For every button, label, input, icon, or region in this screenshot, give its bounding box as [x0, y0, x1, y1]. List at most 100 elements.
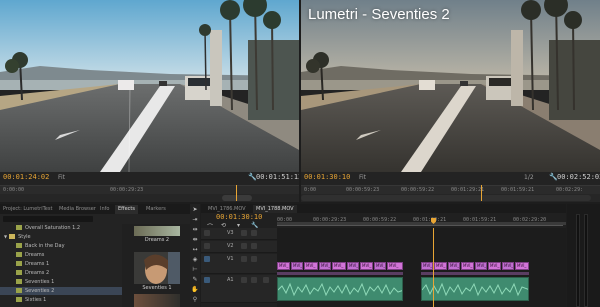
sync-lock-icon[interactable]	[241, 230, 247, 236]
video-clip[interactable]: MVI_	[461, 262, 474, 270]
source-video-frame[interactable]	[0, 0, 299, 172]
list-item[interactable]: Seventies 1	[0, 278, 122, 286]
pen-tool-icon[interactable]: ✎	[191, 276, 199, 284]
audio-clip[interactable]	[277, 277, 403, 301]
preview-thumbnail[interactable]	[134, 252, 180, 284]
list-item[interactable]: Overall Saturation 1.2	[0, 224, 122, 232]
program-resolution-select[interactable]: 1/2	[524, 174, 534, 181]
tab-sequence[interactable]: MVI_1786.MOV	[205, 205, 249, 213]
track-select-tool-icon[interactable]: ⇥	[191, 216, 199, 224]
source-scroll-thumb[interactable]	[222, 195, 252, 201]
audio-waveform	[422, 282, 528, 297]
source-current-timecode[interactable]: 00:01:24:02	[3, 173, 49, 181]
timeline-tracks[interactable]: MVI_ MVI_ MVI_ MVI_ MVI_ MVI_ MVI_ MVI_ …	[277, 228, 566, 307]
audio-clip[interactable]	[421, 277, 529, 301]
video-clip[interactable]: MVI_	[304, 262, 318, 270]
track-header-v1[interactable]: V1	[201, 254, 277, 274]
tab-project[interactable]: Project: LumetriTest	[0, 205, 55, 214]
sync-lock-icon[interactable]	[241, 243, 247, 249]
source-patch[interactable]	[204, 277, 210, 283]
tab-media-browser[interactable]: Media Browser	[56, 205, 99, 214]
voiceover-mic-icon[interactable]	[263, 277, 269, 283]
video-clip[interactable]: MVI_	[515, 262, 529, 270]
program-ruler-label: 00:02:29:	[556, 187, 584, 193]
lock-icon[interactable]	[204, 230, 210, 236]
timeline-playhead[interactable]	[433, 228, 434, 307]
program-monitor[interactable]: Lumetri - Seventies 2 00:01:30:10 Fit 1/…	[301, 0, 600, 202]
track-header-v2[interactable]: V2	[201, 241, 277, 253]
program-current-timecode[interactable]: 00:01:30:10	[304, 173, 350, 181]
source-fit-select[interactable]: Fit	[58, 174, 65, 181]
slip-tool-icon[interactable]: ⊢	[191, 266, 199, 274]
timeline-current-timecode[interactable]: 00:01:30:10	[216, 213, 262, 221]
video-clip[interactable]: MVI_	[347, 262, 359, 270]
tab-info[interactable]: Info	[97, 205, 112, 214]
program-time-ruler[interactable]: 0:00 00:00:59:23 00:00:59:22 00:01:29:21…	[301, 185, 600, 194]
source-patch[interactable]	[204, 256, 210, 262]
list-item[interactable]: Dreams	[0, 251, 122, 259]
video-clip[interactable]: MVI_	[475, 262, 487, 270]
razor-tool-icon[interactable]: ◈	[191, 256, 199, 264]
list-item[interactable]: Sixties 1	[0, 296, 122, 304]
effects-tree[interactable]: Overall Saturation 1.2 ▼ Style Back in th…	[0, 224, 122, 307]
rate-stretch-tool-icon[interactable]: ↔	[191, 246, 199, 254]
ruler-line	[277, 225, 563, 226]
video-clip[interactable]: MVI_	[360, 262, 373, 270]
timeline-ruler[interactable]: 00:00 00:00:29:23 00:00:59:22 00:01:29:2…	[277, 216, 566, 228]
eye-icon[interactable]	[251, 230, 257, 236]
sync-lock-icon[interactable]	[241, 256, 247, 262]
zoom-tool-icon[interactable]: ⚲	[191, 296, 199, 304]
video-clip[interactable]: MVI_	[387, 262, 403, 270]
program-fit-select[interactable]: Fit	[359, 174, 366, 181]
chevron-down-icon[interactable]: ▼	[4, 234, 7, 239]
program-timecode-bar: 00:01:30:10 Fit 1/2 🔧 00:02:52:02	[301, 172, 600, 185]
ripple-edit-tool-icon[interactable]: ⇹	[191, 226, 199, 234]
source-playhead[interactable]	[236, 185, 237, 201]
list-item[interactable]: Back in the Day	[0, 242, 122, 250]
video-clip[interactable]: MVI_	[421, 262, 433, 270]
program-scroll-bar[interactable]	[301, 185, 600, 202]
mute-button[interactable]	[241, 277, 247, 283]
video-clip[interactable]: MVI_	[332, 262, 346, 270]
lock-icon[interactable]	[204, 243, 210, 249]
tab-sequence-active[interactable]: MVI_1788.MOV	[253, 205, 297, 213]
source-scroll-bar[interactable]	[0, 185, 299, 202]
source-monitor[interactable]: 00:01:24:02 Fit 🔧 00:01:51:12 0:00:00 00…	[0, 0, 299, 202]
hand-tool-icon[interactable]: ✋	[191, 286, 199, 294]
video-clip[interactable]: MVI_	[319, 262, 331, 270]
track-header-v3[interactable]: V3	[201, 228, 277, 240]
track-header-a1[interactable]: A1	[201, 275, 277, 303]
video-clip[interactable]: MVI_	[291, 262, 303, 270]
tab-markers[interactable]: Markers	[143, 205, 169, 214]
rolling-edit-tool-icon[interactable]: ⇼	[191, 236, 199, 244]
program-ruler-label: 00:00:59:22	[401, 187, 435, 193]
video-clip[interactable]: MVI_	[374, 262, 386, 270]
program-scroll-thumb[interactable]	[301, 195, 591, 201]
selection-tool-icon[interactable]: ➤	[191, 206, 199, 214]
preview-label: Seventies 1	[142, 285, 172, 291]
program-playhead[interactable]	[481, 185, 482, 201]
solo-button[interactable]	[251, 277, 257, 283]
video-clip[interactable]: MVI_	[488, 262, 501, 270]
eye-icon[interactable]	[251, 243, 257, 249]
preview-thumbnail[interactable]	[134, 294, 180, 307]
video-clip[interactable]: MVI_	[277, 262, 290, 270]
program-video-frame[interactable]: Lumetri - Seventies 2	[301, 0, 600, 172]
folder-icon	[9, 234, 16, 239]
source-time-ruler[interactable]: 0:00:00 00:00:29:23	[0, 185, 299, 194]
effects-search-input[interactable]	[3, 216, 93, 222]
preview-thumbnail[interactable]	[134, 226, 180, 236]
effect-preview-thumbnails: Dreams 2 Seventies 1	[122, 224, 199, 307]
list-item[interactable]: Dreams 1	[0, 260, 122, 268]
program-ruler-label: 0:00	[304, 187, 317, 193]
list-item-selected[interactable]: Seventies 2	[0, 287, 122, 295]
video-clip[interactable]: MVI_	[502, 262, 514, 270]
tab-effects[interactable]: Effects	[115, 205, 138, 214]
list-item[interactable]: Dreams 2	[0, 269, 122, 277]
video-clip[interactable]: MVI_	[448, 262, 460, 270]
wrench-icon[interactable]: 🔧	[549, 174, 558, 181]
video-clip[interactable]: MVI_	[434, 262, 447, 270]
wrench-icon[interactable]: 🔧	[248, 174, 257, 181]
list-item[interactable]: ▼ Style	[0, 233, 122, 241]
eye-icon[interactable]	[251, 256, 257, 262]
